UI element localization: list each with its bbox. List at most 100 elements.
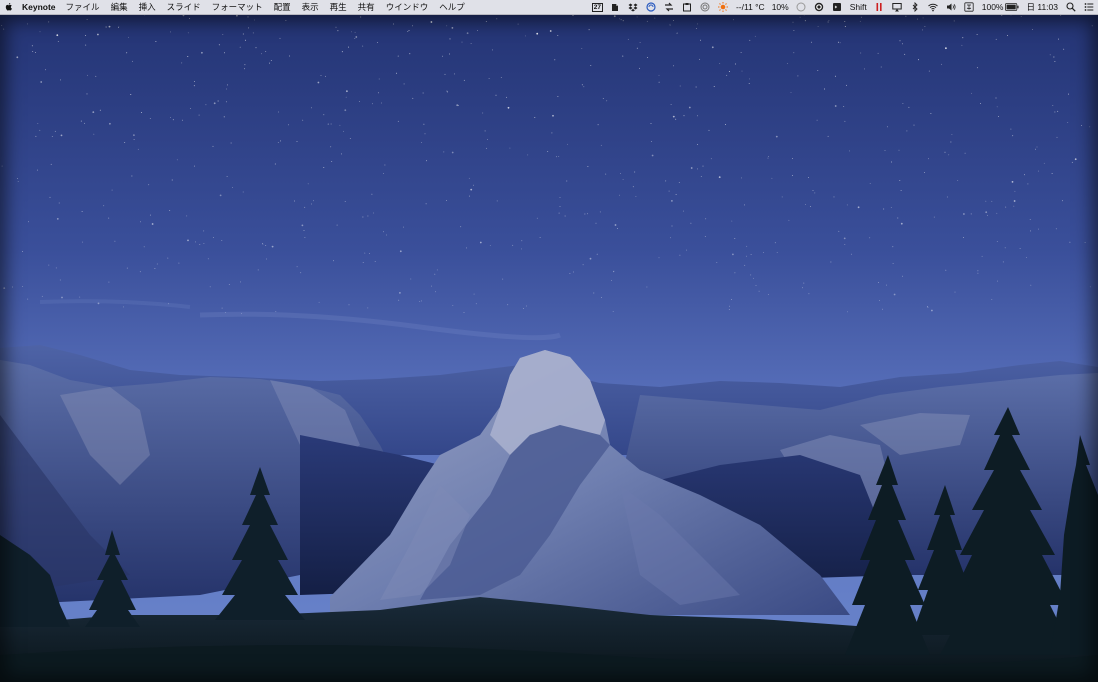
star [248,27,250,29]
star [589,257,592,260]
star [634,171,636,173]
star [750,254,752,256]
star [327,123,329,125]
star [240,281,242,283]
star [399,250,402,253]
circle-o-icon[interactable] [814,0,825,14]
star [221,240,223,241]
menu-edit[interactable]: 編集 [111,0,128,14]
menu-help[interactable]: ヘルプ [439,0,465,14]
star [688,106,691,109]
menu-play[interactable]: 再生 [330,0,347,14]
star [86,74,88,76]
star [587,213,589,215]
shift-indicator[interactable]: Shift [850,0,867,14]
star [941,63,943,65]
star [310,203,312,205]
star [128,36,129,38]
star [242,191,244,193]
star [479,241,482,244]
list-icon[interactable] [1083,0,1094,14]
menu-arrange[interactable]: 配置 [274,0,291,14]
pause-icon[interactable] [874,0,885,14]
star [193,165,195,167]
star [996,280,998,282]
volume-icon[interactable] [946,0,957,14]
star [176,159,178,161]
clock[interactable]: 日 11:03 [1026,0,1058,14]
star [977,270,979,272]
star [930,112,932,114]
star [904,53,906,55]
star [123,306,125,308]
airplay-icon[interactable] [892,0,903,14]
star [81,211,83,212]
evernote-icon[interactable] [610,0,621,14]
star [599,211,601,213]
star [860,52,862,54]
clipboard-icon[interactable] [682,0,693,14]
star [463,79,465,81]
star [323,114,325,116]
star [636,16,638,18]
star [371,103,373,105]
calendar-status-item[interactable]: 27 [591,0,603,14]
input-method-icon[interactable] [964,0,975,14]
sun-icon[interactable] [718,0,729,14]
menu-view[interactable]: 表示 [302,0,319,14]
star [710,158,712,160]
desktop-wallpaper[interactable] [0,15,1098,682]
star [705,218,707,220]
star [961,44,963,46]
transfer-icon[interactable] [664,0,675,14]
apple-icon[interactable] [4,0,14,14]
star [187,32,189,34]
menu-window[interactable]: ウインドウ [386,0,429,14]
menu-share[interactable]: 共有 [358,0,375,14]
star [320,75,322,77]
weather-reading[interactable]: --/11 °C [736,0,765,14]
battery-status[interactable]: 100% [982,0,1020,14]
star [564,215,566,217]
star [557,35,559,36]
dropbox-icon[interactable] [628,0,639,14]
star [926,306,928,307]
star [431,285,432,287]
menu-format[interactable]: フォーマット [212,0,263,14]
terminal-icon[interactable] [832,0,843,14]
bluetooth-icon[interactable] [910,0,921,14]
star [1002,261,1004,263]
app-name-menu[interactable]: Keynote [22,0,56,14]
star [928,158,930,160]
search-icon[interactable] [1065,0,1076,14]
star [650,140,652,142]
star [590,64,592,66]
menu-slide[interactable]: スライド [167,0,201,14]
star [485,21,487,22]
star [477,30,478,32]
star [304,206,306,208]
star [224,52,225,54]
rings-icon[interactable] [700,0,711,14]
star [755,284,757,286]
star [843,237,846,240]
wifi-icon[interactable] [928,0,939,14]
star [141,112,143,113]
star [434,273,436,275]
star [170,31,171,33]
star [130,94,132,95]
menu-insert[interactable]: 挿入 [139,0,156,14]
star [953,20,955,22]
star [816,119,818,121]
star [80,120,82,122]
star [189,108,191,110]
star [351,31,353,33]
menu-file[interactable]: ファイル [66,0,100,14]
star [695,86,697,88]
star [558,212,560,214]
star [559,205,561,207]
sync-icon[interactable] [646,0,657,14]
star [686,249,688,251]
star [466,247,468,249]
cpu-usage[interactable]: 10% [772,0,789,14]
